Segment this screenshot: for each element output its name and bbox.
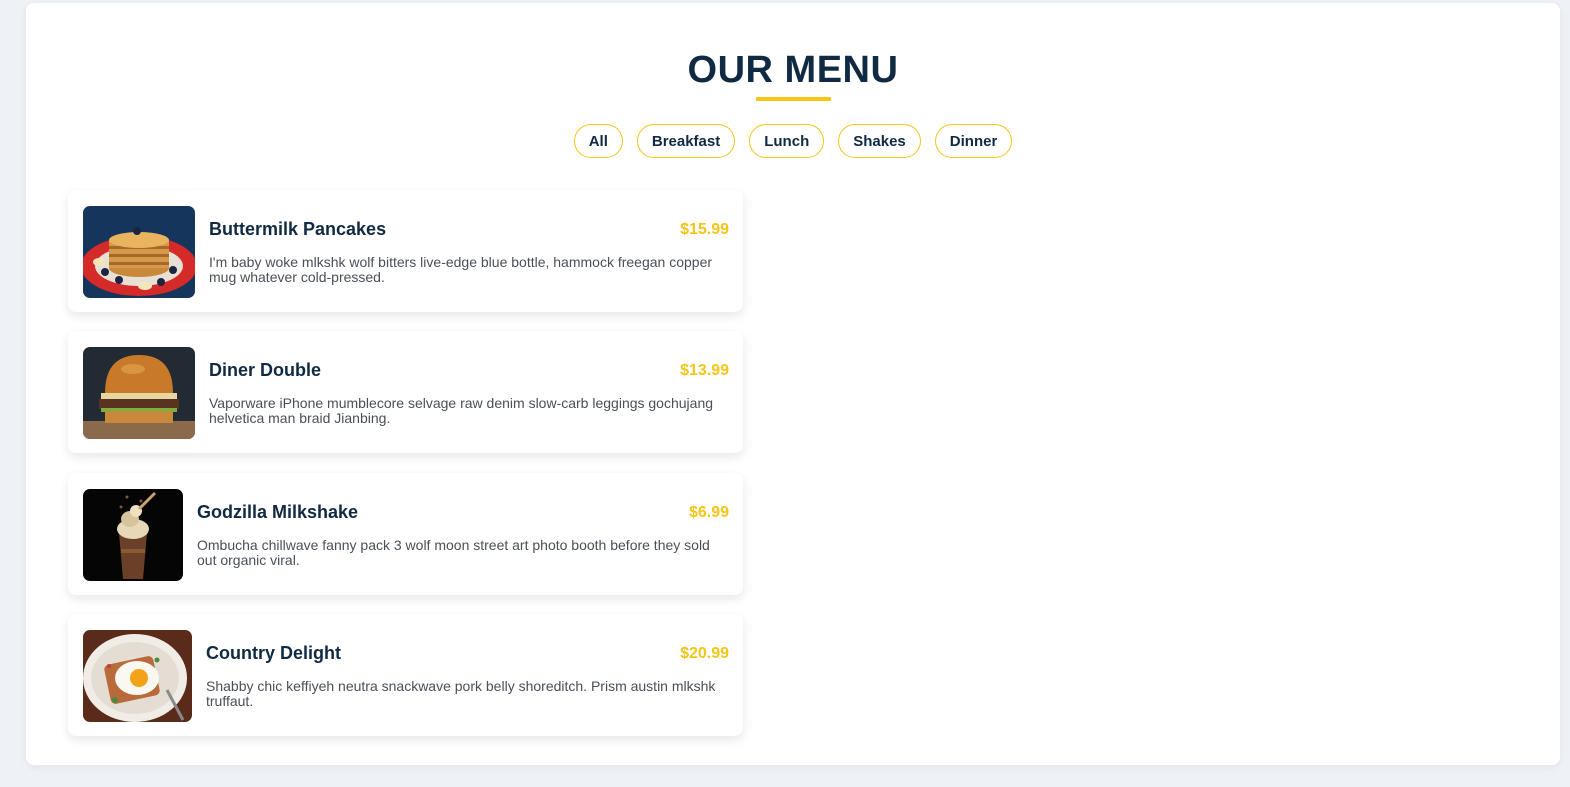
filter-shakes-button[interactable]: Shakes xyxy=(838,124,921,158)
menu-item-description: Vaporware iPhone mumblecore selvage raw … xyxy=(209,395,714,426)
filter-dinner-button[interactable]: Dinner xyxy=(934,124,1013,158)
filter-breakfast-button[interactable]: Breakfast xyxy=(636,124,736,158)
menu-item-card: Diner Double $13.99 Vaporware iPhone mum… xyxy=(68,331,743,453)
category-filters: All Breakfast Lunch Shakes Dinner xyxy=(26,124,1560,158)
menu-item-name: Godzilla Milkshake xyxy=(197,502,359,522)
menu-item-description: Ombucha chillwave fanny pack 3 wolf moon… xyxy=(197,537,710,568)
milkshake-image xyxy=(83,489,183,581)
menu-item-price: $15.99 xyxy=(680,221,729,238)
menu-item-price: $6.99 xyxy=(688,504,729,521)
burger-image xyxy=(83,347,195,439)
menu-item-card: Buttermilk Pancakes $15.99 I'm baby woke… xyxy=(68,190,743,312)
fried-egg-toast-image xyxy=(83,630,192,722)
menu-item-card: Country Delight $20.99 Shabby chic keffi… xyxy=(68,614,743,736)
filter-all-button[interactable]: All xyxy=(573,124,623,158)
menu-item-name: Country Delight xyxy=(206,643,341,663)
menu-item-name: Diner Double xyxy=(209,360,322,380)
title-underline xyxy=(756,97,831,101)
menu-title: OUR MENU xyxy=(687,49,899,91)
menu-item-name: Buttermilk Pancakes xyxy=(209,219,387,239)
menu-item-description: I'm baby woke mlkshk wolf bitters live-e… xyxy=(209,254,713,285)
menu-item-price: $13.99 xyxy=(680,362,729,379)
filter-lunch-button[interactable]: Lunch xyxy=(749,124,825,158)
menu-item-description: Shabby chic keffiyeh neutra snackwave po… xyxy=(206,678,716,709)
menu-item-price: $20.99 xyxy=(680,645,729,662)
menu-item-card: Godzilla Milkshake $6.99 Ombucha chillwa… xyxy=(68,473,743,595)
menu-panel: OUR MENU All Breakfast Lunch Shakes Dinn… xyxy=(26,3,1560,765)
pancakes-image xyxy=(83,206,195,298)
